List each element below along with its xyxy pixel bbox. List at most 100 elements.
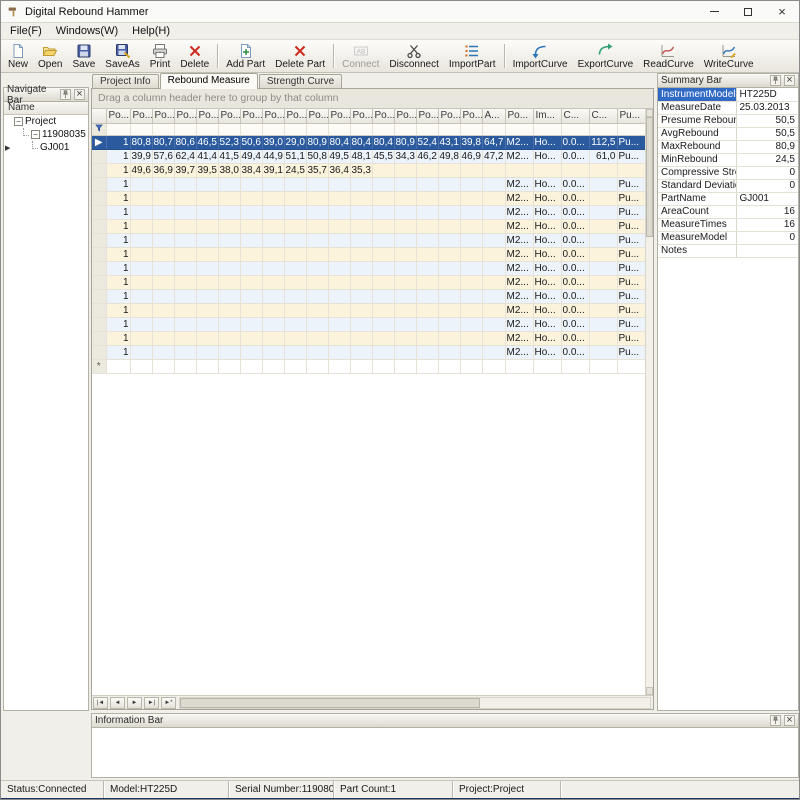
grid-cell[interactable] xyxy=(589,247,617,261)
filter-cell[interactable] xyxy=(416,123,438,135)
grid-cell[interactable] xyxy=(617,163,645,177)
grid-cell[interactable] xyxy=(328,219,350,233)
grid-cell[interactable] xyxy=(196,219,218,233)
grid-cell[interactable]: 80,9 xyxy=(394,135,416,149)
grid-cell[interactable] xyxy=(416,289,438,303)
grid-cell[interactable]: 64,7 xyxy=(482,135,505,149)
summary-field-value[interactable]: 50,5 xyxy=(736,127,798,140)
grid-cell[interactable] xyxy=(218,177,240,191)
grid-cell[interactable]: 112,5 xyxy=(589,135,617,149)
grid-cell[interactable] xyxy=(589,359,617,373)
grid-row[interactable]: 1M2...Ho...0.0...Pu... xyxy=(92,177,645,191)
grid-cell[interactable] xyxy=(460,219,482,233)
new-row[interactable]: * xyxy=(92,359,645,373)
grid-cell[interactable] xyxy=(328,247,350,261)
grid-column-header[interactable]: Po... xyxy=(306,109,328,123)
grid-cell[interactable] xyxy=(394,289,416,303)
filter-cell[interactable] xyxy=(561,123,589,135)
grid-cell[interactable] xyxy=(284,261,306,275)
grid-cell[interactable] xyxy=(438,219,460,233)
grid-row[interactable]: 1M2...Ho...0.0...Pu... xyxy=(92,205,645,219)
grid-cell[interactable] xyxy=(394,205,416,219)
grid-cell[interactable] xyxy=(262,359,284,373)
grid-cell[interactable] xyxy=(350,317,372,331)
grid-cell[interactable]: 38,0 xyxy=(218,163,240,177)
grid-cell[interactable] xyxy=(240,303,262,317)
grid-cell[interactable]: 39,1 xyxy=(262,163,284,177)
grid-cell[interactable] xyxy=(372,233,394,247)
grid-column-header[interactable]: Po... xyxy=(130,109,152,123)
grid-cell[interactable] xyxy=(533,359,561,373)
grid-cell[interactable]: M2... xyxy=(505,289,533,303)
grid-cell[interactable] xyxy=(306,331,328,345)
grid-cell[interactable]: 39,0 xyxy=(262,135,284,149)
grid-cell[interactable] xyxy=(589,177,617,191)
summary-row[interactable]: MeasureDate25.03.2013 xyxy=(658,101,798,114)
grid-cell[interactable]: Pu... xyxy=(617,303,645,317)
filter-cell[interactable] xyxy=(372,123,394,135)
grid-cell[interactable] xyxy=(589,331,617,345)
grid-cell[interactable] xyxy=(416,331,438,345)
grid-cell[interactable] xyxy=(328,275,350,289)
grid-cell[interactable] xyxy=(130,233,152,247)
tab-strength-curve[interactable]: Strength Curve xyxy=(259,74,342,89)
grid-cell[interactable] xyxy=(350,331,372,345)
summary-field-name[interactable]: Presume Rebound xyxy=(658,114,736,127)
grid-cell[interactable] xyxy=(174,177,196,191)
grid-cell[interactable] xyxy=(218,233,240,247)
grid-cell[interactable]: Ho... xyxy=(533,261,561,275)
grid-cell[interactable] xyxy=(240,191,262,205)
summary-field-value[interactable]: 24,5 xyxy=(736,153,798,166)
grid-cell[interactable] xyxy=(460,345,482,359)
grid-cell[interactable]: 1 xyxy=(106,275,130,289)
grid-cell[interactable] xyxy=(328,177,350,191)
grid-cell[interactable] xyxy=(328,331,350,345)
grid-cell[interactable] xyxy=(533,163,561,177)
grid-cell[interactable]: 1 xyxy=(106,289,130,303)
grid-cell[interactable] xyxy=(196,303,218,317)
grid-cell[interactable]: 1 xyxy=(106,345,130,359)
grid-cell[interactable] xyxy=(262,345,284,359)
filter-cell[interactable] xyxy=(174,123,196,135)
grid-cell[interactable]: 1 xyxy=(106,219,130,233)
grid-cell[interactable]: 1 xyxy=(106,247,130,261)
scroll-up-icon[interactable] xyxy=(646,109,653,117)
grid-cell[interactable] xyxy=(152,261,174,275)
grid-column-header[interactable]: Po... xyxy=(460,109,482,123)
grid-cell[interactable] xyxy=(438,317,460,331)
summary-field-name[interactable]: MeasureDate xyxy=(658,101,736,114)
grid-cell[interactable] xyxy=(218,219,240,233)
grid-cell[interactable]: 0.0... xyxy=(561,247,589,261)
summary-row[interactable]: MinRebound24,5 xyxy=(658,153,798,166)
grid-cell[interactable] xyxy=(152,191,174,205)
summary-field-name[interactable]: Notes xyxy=(658,244,736,257)
writecurve-button[interactable]: WriteCurve xyxy=(699,41,759,71)
grid-cell[interactable] xyxy=(350,219,372,233)
grid-row[interactable]: 1M2...Ho...0.0...Pu... xyxy=(92,289,645,303)
grid-row[interactable]: ▶180,880,780,646,552,350,639,029,080,980… xyxy=(92,135,645,149)
grid-cell[interactable]: 46,9 xyxy=(460,149,482,163)
filter-cell[interactable] xyxy=(284,123,306,135)
grid-cell[interactable]: 49,8 xyxy=(438,149,460,163)
grid-cell[interactable] xyxy=(196,205,218,219)
horizontal-scrollbar[interactable] xyxy=(179,697,651,709)
grid-cell[interactable] xyxy=(218,303,240,317)
filter-cell[interactable] xyxy=(482,123,505,135)
grid-cell[interactable]: Pu... xyxy=(617,247,645,261)
grid-cell[interactable] xyxy=(240,205,262,219)
grid-cell[interactable]: 0.0... xyxy=(561,135,589,149)
open-button[interactable]: Open xyxy=(33,41,67,71)
grid-cell[interactable] xyxy=(328,317,350,331)
grid-cell[interactable]: 57,6 xyxy=(152,149,174,163)
grid-row[interactable]: 1M2...Ho...0.0...Pu... xyxy=(92,219,645,233)
grid-column-header[interactable]: Po... xyxy=(218,109,240,123)
grid-cell[interactable] xyxy=(505,359,533,373)
grid-cell[interactable]: Ho... xyxy=(533,191,561,205)
grid-cell[interactable]: M2... xyxy=(505,345,533,359)
grid-cell[interactable] xyxy=(482,261,505,275)
grid-cell[interactable]: Ho... xyxy=(533,205,561,219)
grid-cell[interactable]: Pu... xyxy=(617,233,645,247)
summary-field-value[interactable] xyxy=(736,244,798,257)
grid-cell[interactable] xyxy=(196,345,218,359)
grid-column-header[interactable]: Po... xyxy=(106,109,130,123)
